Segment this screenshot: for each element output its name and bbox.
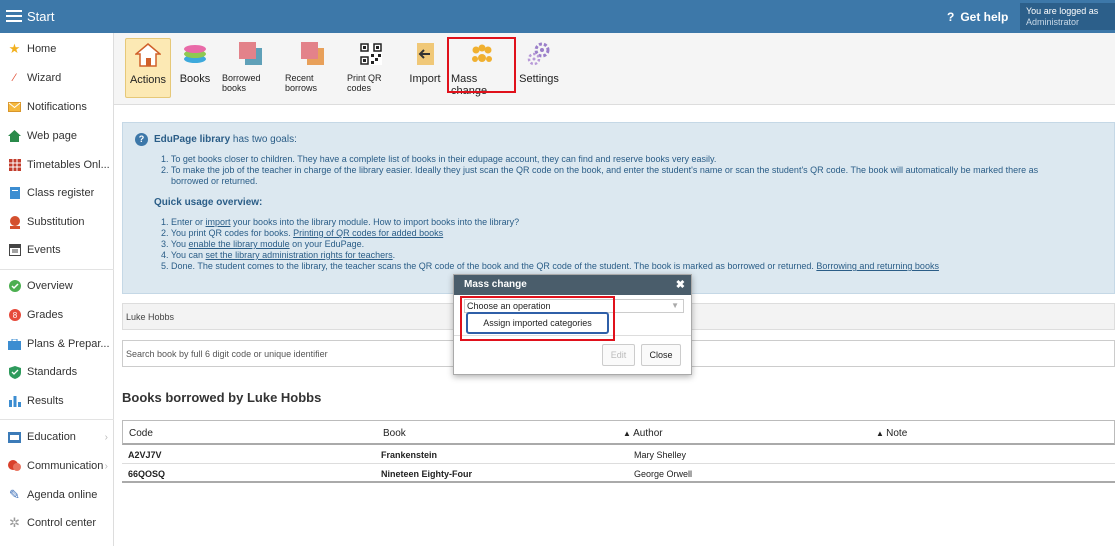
sidebar-item-standards[interactable]: Standards	[0, 360, 114, 384]
grades-icon: 8	[8, 309, 21, 322]
borrowed-books-button[interactable]: Borrowed books	[222, 38, 278, 98]
chevron-down-icon: ▼	[671, 301, 679, 310]
settings-button[interactable]: Settings	[519, 38, 559, 98]
mass-change-highlight	[447, 37, 516, 93]
col-author[interactable]: ▲ Author	[623, 428, 663, 439]
books-borrowed-title: Books borrowed by Luke Hobbs	[122, 390, 322, 405]
question-circle-icon: ?	[135, 133, 148, 146]
top-bar: Start ? Get help You are logged as Admini…	[0, 0, 1115, 33]
login-info[interactable]: You are logged as Administrator	[1020, 3, 1115, 30]
sidebar-item-control-center[interactable]: ✲ Control center	[0, 511, 114, 535]
sidebar-item-communication[interactable]: Communication ›	[0, 454, 114, 478]
sidebar-item-grades[interactable]: 8 Grades	[0, 303, 114, 327]
actions-button[interactable]: Actions	[125, 38, 171, 98]
pen-icon: ✎	[9, 487, 20, 502]
printing-qr-link[interactable]: Printing of QR codes for added books	[293, 228, 443, 238]
sidebar-item-plans[interactable]: Plans & Prepar...	[0, 332, 114, 356]
education-icon	[8, 431, 21, 444]
sidebar-item-education[interactable]: Education ›	[0, 425, 114, 449]
table-row[interactable]: 66QOSQ Nineteen Eighty-Four George Orwel…	[122, 464, 1115, 483]
qr-code-icon	[358, 41, 384, 67]
sidebar-item-events[interactable]: Events	[0, 238, 114, 262]
step-3: 3. You enable the library module on your…	[161, 239, 365, 249]
step-1: 1. Enter or import your books into the l…	[161, 217, 520, 227]
sidebar-item-agenda[interactable]: ✎ Agenda online	[0, 483, 114, 507]
sidebar-item-notifications[interactable]: Notifications	[0, 95, 114, 119]
goal-2-cont: borrowed or returned.	[171, 176, 258, 186]
goal-1: 1. To get books closer to children. They…	[161, 154, 717, 164]
wand-icon: ⁄	[13, 72, 16, 84]
question-icon: ?	[947, 10, 955, 24]
start-label[interactable]: Start	[27, 9, 54, 24]
library-info-box: ? EduPage library has two goals: 1. To g…	[122, 122, 1115, 294]
table-header: Code Book ▲ Author ▲ Note	[122, 420, 1115, 445]
star-icon: ★	[8, 41, 21, 56]
edit-button[interactable]: Edit	[602, 344, 635, 366]
chevron-right-icon: ›	[104, 431, 108, 443]
bars-icon	[8, 395, 21, 408]
step-4: 4. You can set the library administratio…	[161, 250, 396, 260]
borrowed-books-table: Code Book ▲ Author ▲ Note A2VJ7V Franken…	[122, 420, 1115, 483]
recent-borrows-icon	[299, 41, 325, 67]
sidebar-item-home[interactable]: ★ Home	[0, 37, 114, 61]
grid-icon	[8, 159, 21, 172]
close-icon[interactable]: ✖	[676, 278, 685, 291]
sidebar-item-results[interactable]: Results	[0, 389, 114, 413]
briefcase-icon	[8, 338, 21, 351]
sidebar-item-timetables[interactable]: Timetables Onl...	[0, 153, 114, 177]
hamburger-menu-icon[interactable]	[6, 7, 22, 25]
sidebar-item-web-page[interactable]: Web page	[0, 124, 114, 148]
col-book[interactable]: Book	[383, 428, 406, 439]
books-stack-icon	[182, 41, 208, 67]
chat-icon	[8, 460, 21, 473]
sidebar-item-substitution[interactable]: Substitution	[0, 210, 114, 234]
print-qr-codes-button[interactable]: Print QR codes	[347, 38, 395, 98]
borrowing-link[interactable]: Borrowing and returning books	[816, 261, 939, 271]
import-button[interactable]: Import	[409, 38, 441, 98]
col-code[interactable]: Code	[129, 428, 153, 439]
goal-2: 2. To make the job of the teacher in cha…	[161, 165, 1039, 175]
close-button[interactable]: Close	[641, 344, 681, 366]
sidebar-item-overview[interactable]: Overview	[0, 274, 114, 298]
library-toolbar: Actions Books Borrowed books Recent borr…	[114, 33, 1115, 105]
sidebar: ★ Home ⁄ Wizard Notifications Web page Tim…	[0, 33, 114, 546]
books-button[interactable]: Books	[178, 38, 212, 98]
step-2: 2. You print QR codes for books. Printin…	[161, 228, 444, 238]
house-icon	[133, 42, 163, 68]
dialog-header: Mass change ✖	[454, 275, 691, 295]
calendar-icon	[8, 244, 21, 257]
quick-usage-title: Quick usage overview:	[154, 197, 263, 208]
rights-link[interactable]: set the library administration rights fo…	[206, 250, 393, 260]
svg-text:8: 8	[12, 311, 17, 320]
option-highlight	[460, 296, 615, 341]
borrowed-books-icon	[237, 41, 263, 67]
table-row[interactable]: A2VJ7V Frankenstein Mary Shelley	[122, 445, 1115, 464]
cog-icon: ✲	[9, 515, 20, 530]
settings-cogs-icon	[526, 41, 552, 67]
check-circle-icon	[8, 280, 21, 293]
import-icon	[412, 41, 438, 67]
envelope-icon	[8, 101, 21, 114]
col-note[interactable]: ▲ Note	[876, 428, 907, 439]
person-icon	[8, 215, 21, 229]
sidebar-item-class-register[interactable]: Class register	[0, 181, 114, 205]
info-intro: EduPage library has two goals:	[154, 134, 297, 145]
shield-icon	[8, 365, 21, 379]
chevron-right-icon: ›	[104, 460, 108, 472]
recent-borrows-button[interactable]: Recent borrows	[285, 38, 339, 98]
get-help-link[interactable]: ? Get help	[947, 10, 1008, 24]
step-5: 5. Done. The student comes to the librar…	[161, 261, 939, 271]
sidebar-item-wizard[interactable]: ⁄ Wizard	[0, 66, 114, 90]
enable-library-link[interactable]: enable the library module	[189, 239, 290, 249]
house-icon	[8, 130, 21, 143]
book-icon	[8, 187, 21, 200]
import-link[interactable]: import	[206, 217, 231, 227]
